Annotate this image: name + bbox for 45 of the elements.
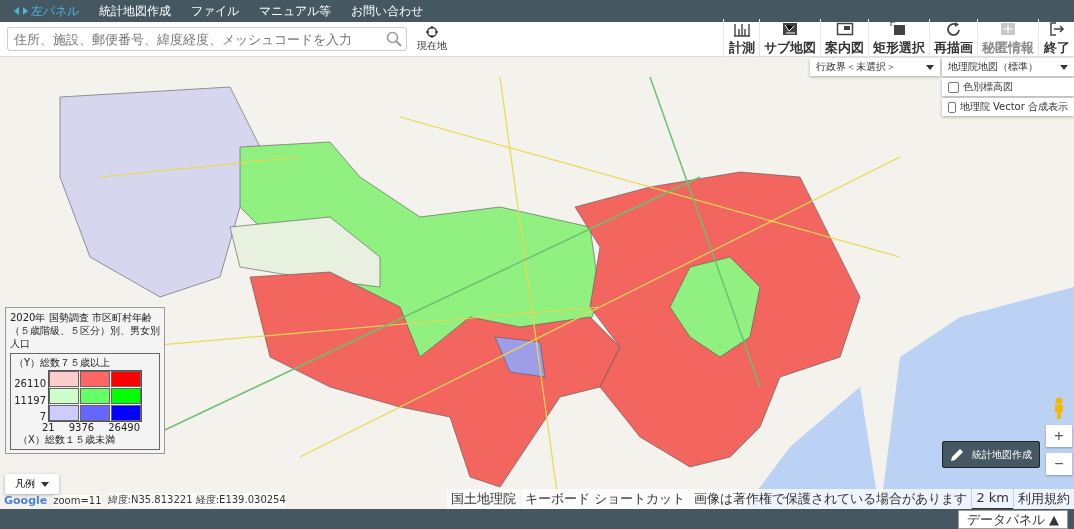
attribution-link[interactable]: 国土地理院 bbox=[447, 489, 521, 509]
window-icon bbox=[835, 21, 854, 37]
axis-label: （X）総数１５歳未満 bbox=[17, 433, 116, 447]
exit-icon bbox=[1047, 21, 1066, 37]
tick-label: 26490 bbox=[108, 422, 140, 433]
layer-option[interactable]: 地理院 Vector 合成表示 bbox=[942, 98, 1074, 116]
pegman-icon bbox=[1053, 397, 1065, 419]
boundary-dropdown[interactable]: 行政界＜未選択＞ bbox=[810, 58, 940, 76]
attribution-link[interactable]: 画像は著作権で保護されている場合があります bbox=[690, 489, 972, 509]
crosshair-icon bbox=[426, 25, 438, 38]
caret-icon bbox=[41, 481, 49, 487]
legend-toggle[interactable]: 凡例 bbox=[5, 474, 59, 494]
zoom-level: zoom=11 bbox=[53, 494, 102, 506]
menu-item[interactable]: お問い合わせ bbox=[343, 0, 431, 22]
data-panel-button[interactable]: データパネル ▲ bbox=[957, 510, 1068, 529]
left-right-arrows-icon bbox=[14, 7, 28, 15]
caret-icon bbox=[926, 64, 934, 70]
refresh-icon bbox=[944, 21, 963, 37]
legend-title: 2020年 国勢調査 市区町村年齢（５歳階級、５区分）別、男女別人口 bbox=[10, 311, 160, 350]
axis-label: （Y）総数７５歳以上 bbox=[14, 356, 112, 370]
layer-option[interactable]: 色別標高図 bbox=[942, 78, 1074, 96]
ruler-icon bbox=[732, 21, 751, 37]
google-logo: Google bbox=[4, 493, 48, 507]
zoom-button[interactable]: − bbox=[1046, 453, 1072, 475]
current-location-button[interactable]: 現在地 bbox=[417, 25, 447, 53]
attribution-link[interactable]: 利用規約 bbox=[1014, 489, 1074, 509]
square-select-icon bbox=[890, 21, 908, 37]
tick-label: 7 bbox=[39, 411, 46, 422]
caret-icon bbox=[1060, 64, 1068, 70]
tick-label: 21 bbox=[42, 422, 55, 433]
create-map-button[interactable]: 統計地図作成 bbox=[942, 441, 1040, 468]
attribution-link[interactable]: キーボード ショートカット bbox=[521, 489, 690, 509]
tick-label: 26110 bbox=[14, 378, 46, 389]
menu-item[interactable]: ファイル bbox=[183, 0, 247, 22]
search-field[interactable]: 住所、施設、郵便番号、緯度経度、メッシュコードを入力 bbox=[7, 27, 407, 51]
base-map-dropdown[interactable]: 地理院地図（標準） bbox=[942, 58, 1074, 76]
pencil-icon bbox=[950, 447, 964, 462]
tick-label: 9376 bbox=[68, 422, 95, 433]
coordinates: 緯度:N35.813221 経度:E139.030254 bbox=[107, 493, 286, 507]
zoom-button[interactable]: + bbox=[1046, 425, 1072, 447]
menu-item[interactable]: マニュアル等 bbox=[251, 0, 339, 22]
scale-bar: 2 km bbox=[972, 489, 1013, 509]
tick-label: 11197 bbox=[14, 394, 46, 406]
search-icon bbox=[386, 31, 402, 47]
menu-item[interactable]: 統計地図作成 bbox=[91, 0, 179, 22]
